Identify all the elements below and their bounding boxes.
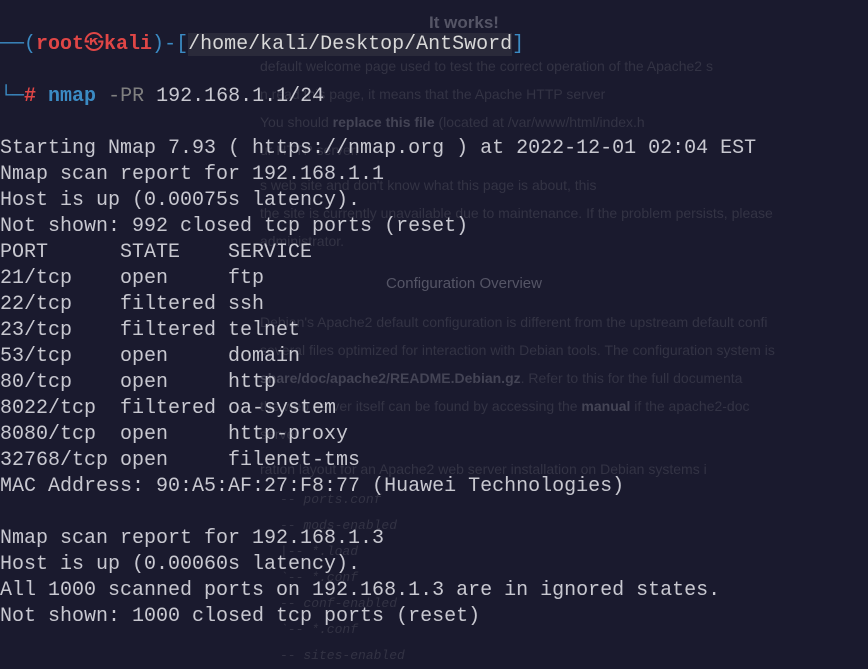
command-target: 192.168.1.1/24 — [156, 85, 324, 108]
terminal-output[interactable]: ──(root㉿kali)-[/home/kali/Desktop/AntSwo… — [0, 0, 868, 568]
command-arg: -PR — [108, 85, 144, 108]
output-port: 8022/tcp filtered oa-system — [0, 397, 336, 420]
output-host-2: Host is up (0.00060s latency). — [0, 553, 360, 576]
output-starting: Starting Nmap 7.93 ( https://nmap.org ) … — [0, 137, 756, 160]
prompt-skull-icon: ㉿ — [84, 33, 104, 56]
output-port: 23/tcp filtered telnet — [0, 319, 300, 342]
prompt-host: kali — [104, 33, 152, 56]
output-port: 22/tcp filtered ssh — [0, 293, 264, 316]
output-report-2: Nmap scan report for 192.168.1.3 — [0, 527, 384, 550]
output-port: 53/tcp open domain — [0, 345, 300, 368]
output-host-1: Host is up (0.00075s latency). — [0, 189, 360, 212]
apache-code: -- sites-enabled — [280, 643, 868, 669]
output-report-1: Nmap scan report for 192.168.1.1 — [0, 163, 384, 186]
prompt-close: ) — [152, 33, 164, 56]
prompt-user: root — [36, 33, 84, 56]
prompt-hash: # — [24, 85, 36, 108]
output-notshown-1: Not shown: 992 closed tcp ports (reset) — [0, 215, 468, 238]
output-allports: All 1000 scanned ports on 192.168.1.3 ar… — [0, 579, 720, 602]
output-port: 80/tcp open http — [0, 371, 276, 394]
output-notshown-2: Not shown: 1000 closed tcp ports (reset) — [0, 605, 480, 628]
output-mac: MAC Address: 90:A5:AF:27:F8:77 (Huawei T… — [0, 475, 624, 498]
prompt-open: ──( — [0, 33, 36, 56]
prompt-dash: - — [164, 33, 176, 56]
prompt-path: /home/kali/Desktop/AntSword — [188, 33, 512, 56]
output-header: PORT STATE SERVICE — [0, 241, 312, 264]
prompt-line-2: └─# nmap -PR 192.168.1.1/24 — [0, 84, 868, 110]
prompt-bracket-close: ] — [512, 33, 524, 56]
prompt-line-1: ──(root㉿kali)-[/home/kali/Desktop/AntSwo… — [0, 32, 868, 58]
output-port: 8080/tcp open http-proxy — [0, 423, 348, 446]
prompt-prefix: └─ — [0, 85, 24, 108]
output-port: 32768/tcp open filenet-tms — [0, 449, 360, 472]
prompt-bracket: [ — [176, 33, 188, 56]
output-port: 21/tcp open ftp — [0, 267, 264, 290]
command-nmap: nmap — [48, 85, 96, 108]
